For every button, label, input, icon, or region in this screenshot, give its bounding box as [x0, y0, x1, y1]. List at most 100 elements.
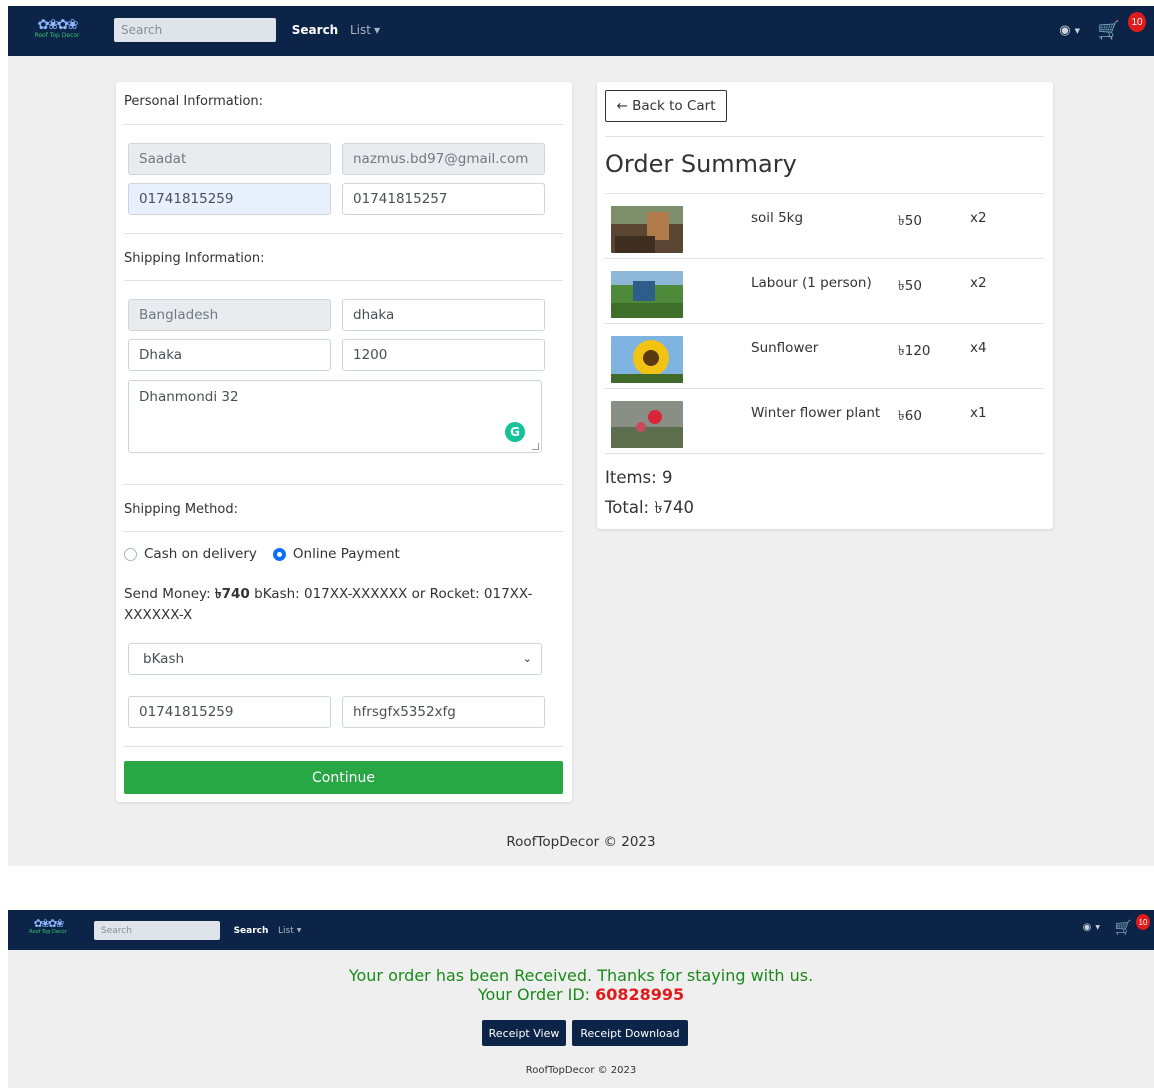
- divider: [124, 280, 563, 281]
- item-name: Winter flower plant: [751, 405, 881, 421]
- cart-button[interactable]: 🛒: [1115, 920, 1132, 936]
- logo-text: Roof Top Decor: [34, 32, 80, 39]
- address-text: Dhanmondi 32: [139, 389, 239, 405]
- search-input[interactable]: Search: [114, 18, 276, 42]
- payment-provider-select[interactable]: bKash ⌄: [128, 643, 542, 675]
- site-logo[interactable]: ✿❀✿❀ Roof Top Decor: [26, 918, 70, 936]
- divider: [124, 531, 563, 532]
- sunflower-product-image: [611, 336, 683, 383]
- list-dropdown[interactable]: List ▼: [350, 18, 380, 42]
- continue-button[interactable]: Continue: [124, 761, 563, 794]
- divider: [124, 484, 563, 485]
- soil-product-image: [611, 206, 683, 253]
- plant-logo-icon: ✿❀✿❀: [33, 917, 65, 930]
- thanks-text: Your order has been Received. Thanks for…: [348, 966, 814, 985]
- send-money-amount: ৳740: [214, 586, 250, 602]
- item-price: ৳120: [898, 343, 931, 359]
- cash-on-delivery-radio[interactable]: [124, 547, 137, 561]
- email-field[interactable]: nazmus.bd97@gmail.com: [342, 143, 545, 175]
- list-label: List: [350, 23, 371, 37]
- order-item-row: Labour (1 person) ৳50 x2: [605, 258, 1044, 323]
- alt-phone-field[interactable]: 01741815257: [342, 183, 545, 215]
- transaction-id-field[interactable]: hfrsgfx5352xfg: [342, 696, 545, 728]
- item-price: ৳50: [898, 213, 922, 229]
- send-money-prefix: Send Money:: [124, 586, 215, 602]
- caret-down-icon: ▼: [296, 927, 302, 934]
- resize-handle-icon[interactable]: [532, 443, 539, 450]
- divider: [124, 233, 563, 234]
- checkout-page: ✿❀✿❀ Roof Top Decor Search Search List ▼…: [8, 6, 1154, 866]
- payment-phone-field[interactable]: 01741815259: [128, 696, 331, 728]
- divider: [605, 453, 1044, 454]
- shipping-method-heading: Shipping Method:: [124, 502, 238, 517]
- payment-provider-value: bKash: [143, 651, 185, 667]
- site-logo[interactable]: ✿❀✿❀ Roof Top Decor: [30, 18, 84, 39]
- receipt-view-button[interactable]: Receipt View: [482, 1020, 566, 1046]
- cart-count-badge: 10: [1136, 914, 1150, 930]
- plant-logo-icon: ✿❀✿❀: [37, 17, 79, 33]
- user-circle-icon: ◉: [1059, 23, 1071, 38]
- country-field[interactable]: Bangladesh: [128, 299, 331, 331]
- confirmation-page: ✿❀✿❀ Roof Top Decor Search Search List ▼…: [8, 910, 1154, 1088]
- grammarly-icon[interactable]: G: [505, 422, 525, 442]
- postcode-field[interactable]: 1200: [342, 339, 545, 371]
- item-name: soil 5kg: [751, 210, 804, 226]
- list-label: List: [278, 925, 294, 936]
- user-menu[interactable]: ◉ ▼: [1059, 23, 1080, 38]
- item-price: ৳50: [898, 278, 922, 294]
- send-money-instructions: Send Money: ৳740 bKash: 017XX-XXXXXX or …: [124, 584, 564, 626]
- winter-flower-product-image: [611, 401, 683, 448]
- navbar: ✿❀✿❀ Roof Top Decor Search Search List ▼…: [8, 6, 1154, 56]
- order-item-row: Winter flower plant ৳60 x1: [605, 388, 1044, 453]
- chevron-down-icon: ⌄: [522, 652, 532, 665]
- item-name: Labour (1 person): [751, 275, 872, 291]
- back-to-cart-button[interactable]: ← Back to Cart: [605, 90, 727, 122]
- divider: [124, 746, 563, 747]
- order-id-line: Your Order ID: 60828995: [8, 985, 1154, 1004]
- footer-copyright: RoofTopDecor © 2023: [525, 1065, 637, 1076]
- list-dropdown[interactable]: List ▼: [278, 921, 301, 940]
- payment-method-radios: Cash on delivery Online Payment: [124, 546, 416, 562]
- item-price: ৳60: [898, 408, 922, 424]
- item-quantity: x1: [970, 405, 987, 421]
- online-payment-label[interactable]: Online Payment: [293, 546, 400, 562]
- online-payment-radio[interactable]: [272, 547, 286, 561]
- cart-icon: 🛒: [1114, 920, 1132, 936]
- name-field[interactable]: Saadat: [128, 143, 331, 175]
- cash-on-delivery-label[interactable]: Cash on delivery: [144, 546, 257, 562]
- search-input[interactable]: Search: [94, 921, 220, 940]
- search-button[interactable]: Search: [230, 921, 272, 940]
- item-quantity: x4: [970, 340, 987, 356]
- phone-field[interactable]: 01741815259: [128, 183, 331, 215]
- order-confirmation-message: Your order has been Received. Thanks for…: [8, 966, 1154, 1004]
- item-quantity: x2: [970, 210, 987, 226]
- cart-icon: 🛒: [1097, 20, 1120, 41]
- city-field[interactable]: dhaka: [342, 299, 545, 331]
- district-field[interactable]: Dhaka: [128, 339, 331, 371]
- item-name: Sunflower: [751, 340, 819, 356]
- receipt-download-button[interactable]: Receipt Download: [572, 1020, 688, 1046]
- navbar: ✿❀✿❀ Roof Top Decor Search Search List ▼…: [8, 910, 1154, 950]
- order-item-row: Sunflower ৳120 x4: [605, 323, 1044, 388]
- order-item-row: soil 5kg ৳50 x2: [605, 193, 1044, 258]
- labour-product-image: [611, 271, 683, 318]
- address-textarea[interactable]: Dhanmondi 32 G: [128, 380, 542, 453]
- order-summary-title: Order Summary: [605, 150, 797, 178]
- checkout-form: Personal Information: Saadat nazmus.bd97…: [116, 82, 572, 802]
- personal-info-heading: Personal Information:: [124, 94, 264, 109]
- user-circle-icon: ◉: [1082, 922, 1092, 933]
- divider: [124, 124, 563, 125]
- search-button[interactable]: Search: [288, 18, 342, 42]
- order-summary-card: ← Back to Cart Order Summary soil 5kg ৳5…: [597, 82, 1053, 529]
- order-id-label: Your Order ID:: [477, 985, 596, 1004]
- order-total: Total: ৳740: [605, 498, 695, 517]
- order-id-value: 60828995: [595, 985, 685, 1004]
- divider: [605, 136, 1044, 137]
- item-quantity: x2: [970, 275, 987, 291]
- cart-button[interactable]: 🛒: [1098, 20, 1120, 41]
- caret-down-icon: ▼: [1095, 924, 1100, 931]
- user-menu[interactable]: ◉ ▼: [1083, 922, 1100, 933]
- logo-text: Roof Top Decor: [29, 929, 67, 935]
- items-count: Items: 9: [605, 468, 673, 487]
- cart-count-badge: 10: [1128, 12, 1146, 32]
